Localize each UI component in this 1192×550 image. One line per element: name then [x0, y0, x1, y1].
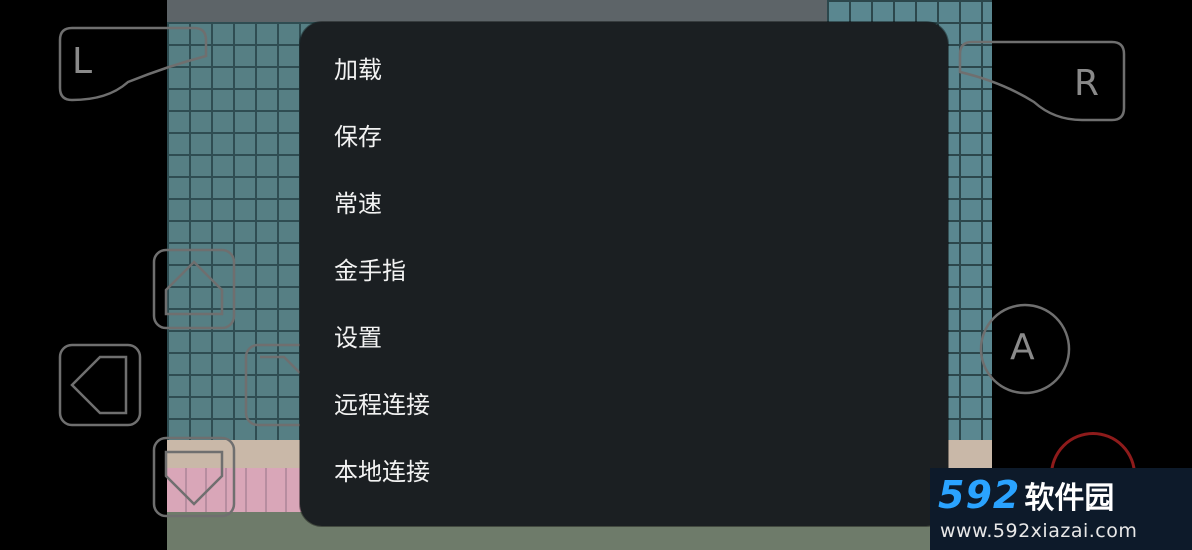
watermark-brand-number: 592	[938, 473, 1021, 517]
dpad-up-button[interactable]	[152, 248, 236, 330]
watermark-url: www.592xiazai.com	[940, 520, 1138, 542]
watermark-logo: 592 软件园	[938, 473, 1115, 517]
menu-item-normal-speed[interactable]: 常速	[300, 168, 948, 235]
dpad-left-button[interactable]	[58, 343, 142, 427]
arrow-up-icon	[152, 248, 236, 330]
a-button[interactable]: A	[978, 302, 1072, 396]
l-shoulder-button[interactable]: L	[58, 26, 208, 102]
menu-item-save[interactable]: 保存	[300, 101, 948, 168]
r-button-label: R	[1074, 63, 1100, 104]
menu-item-remote-connect[interactable]: 远程连接	[300, 369, 948, 436]
menu-item-load[interactable]: 加载	[300, 34, 948, 101]
emulator-menu: 加载 保存 常速 金手指 设置 远程连接 本地连接 屏幕截图	[300, 22, 948, 526]
arrow-left-icon	[58, 343, 142, 427]
r-shoulder-button[interactable]: R	[958, 40, 1126, 122]
menu-item-local-connect[interactable]: 本地连接	[300, 436, 948, 503]
watermark: 592 软件园 www.592xiazai.com	[930, 468, 1192, 550]
arrow-right-icon	[244, 343, 304, 427]
menu-item-screenshot[interactable]: 屏幕截图	[300, 503, 948, 526]
menu-item-cheats[interactable]: 金手指	[300, 235, 948, 302]
r-shoulder-outline-icon	[958, 40, 1126, 122]
menu-item-settings[interactable]: 设置	[300, 302, 948, 369]
dpad-right-button[interactable]	[244, 343, 304, 427]
a-button-label: A	[1010, 327, 1035, 368]
watermark-brand-name: 软件园	[1024, 481, 1115, 516]
dpad-down-button[interactable]	[152, 436, 236, 518]
arrow-down-icon	[152, 436, 236, 518]
l-button-label: L	[72, 41, 93, 82]
